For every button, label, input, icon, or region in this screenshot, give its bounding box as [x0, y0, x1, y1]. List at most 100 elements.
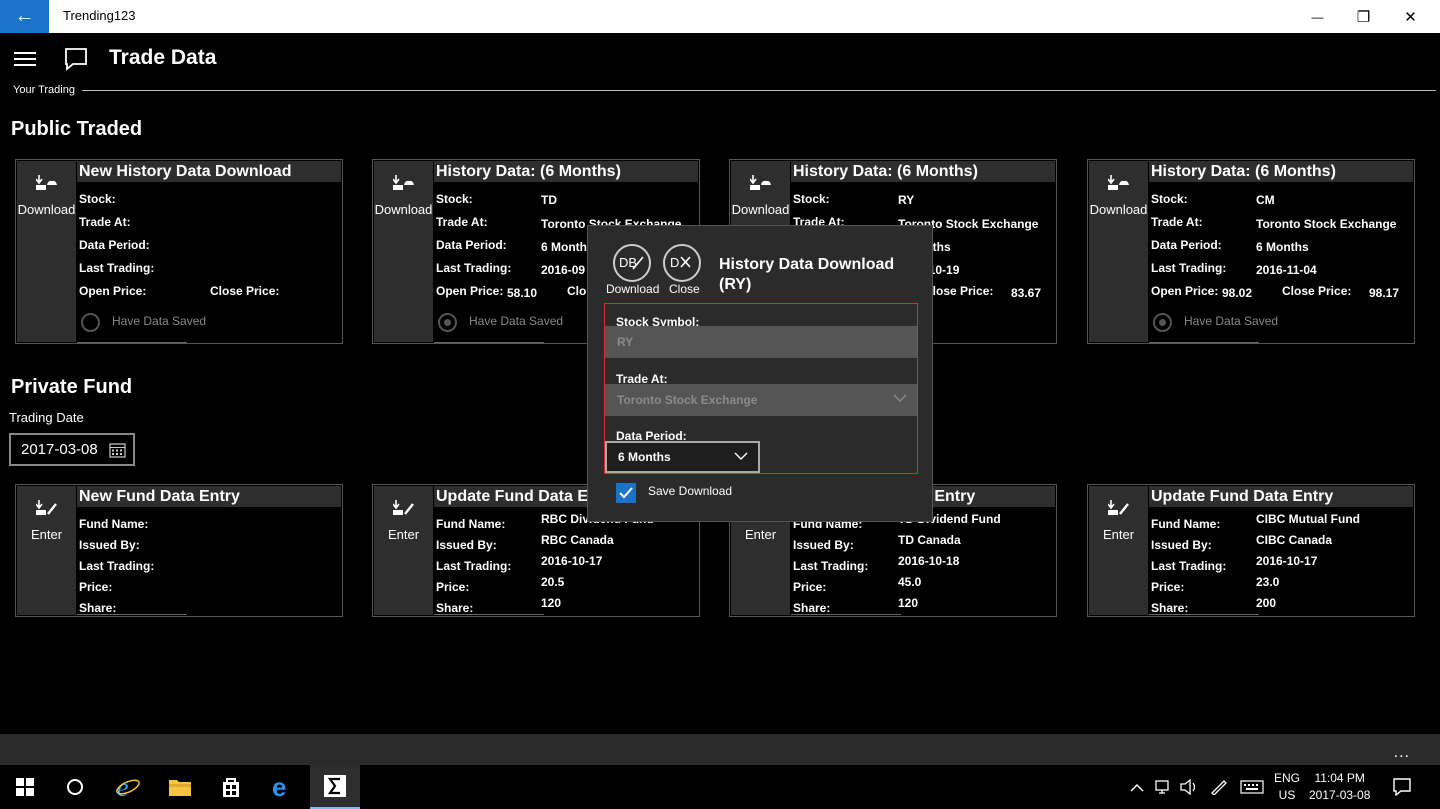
share-label: Share: — [79, 601, 117, 615]
minimize-button[interactable]: — — [1294, 0, 1341, 33]
fund-data-card[interactable]: Enter Update Fund Data Entry Fund Name: CIB… — [1087, 484, 1415, 617]
cortana-button[interactable] — [50, 765, 100, 809]
data-period-value: 6 Months — [541, 240, 594, 254]
network-button[interactable] — [1155, 765, 1173, 809]
dialog-close-label: Close — [669, 282, 700, 296]
dialog-download-label: Download — [606, 282, 660, 296]
svg-text:e: e — [272, 775, 286, 799]
dialog-download-button[interactable]: DB — [613, 244, 651, 282]
chat-icon — [64, 47, 88, 76]
show-hidden-icons[interactable] — [1130, 765, 1144, 809]
divider — [82, 90, 1436, 91]
enter-action[interactable]: Enter — [374, 486, 433, 615]
close-price-label: Close Price: — [210, 284, 280, 298]
trading-date-picker[interactable]: 2017-03-08 — [9, 433, 135, 466]
volume-button[interactable] — [1180, 765, 1198, 809]
enter-action[interactable]: Enter — [17, 486, 76, 615]
history-data-card[interactable]: Download New History Data Download Stock: T… — [15, 159, 343, 344]
share-value: 120 — [541, 596, 562, 610]
issued-by-value: TD Canada — [898, 533, 961, 547]
calendar-icon — [109, 442, 126, 462]
stock-label: Stock: — [79, 192, 116, 206]
taskbar: e e ENG US 11:04 PM 2017-03-08 — [0, 765, 1440, 809]
taskbar-ie[interactable]: e — [103, 765, 153, 809]
action-center-button[interactable] — [1393, 765, 1411, 809]
input-language[interactable]: ENG US — [1274, 770, 1300, 804]
last-trading-value: 2016-10-18 — [898, 554, 960, 568]
issued-by-label: Issued By: — [436, 538, 497, 552]
back-arrow-icon: ← — [14, 5, 35, 27]
divider — [77, 614, 187, 615]
taskbar-store[interactable] — [206, 765, 256, 809]
open-price-value: 98.02 — [1222, 286, 1253, 300]
clock[interactable]: 11:04 PM 2017-03-08 — [1309, 770, 1370, 804]
stock-label: Stock: — [1151, 192, 1188, 206]
region-code: US — [1278, 788, 1296, 802]
trade-at-label: Trade At: — [436, 215, 488, 229]
close-price-label: Close Price: — [924, 284, 994, 298]
trade-at-label: Trade At: — [1151, 215, 1203, 229]
share-value: 200 — [1256, 596, 1277, 610]
last-trading-label: Last Trading: — [1151, 261, 1227, 275]
download-action[interactable]: Download — [17, 161, 76, 342]
internet-explorer-icon: e — [116, 775, 140, 799]
download-cloud-icon — [1089, 175, 1148, 193]
back-button[interactable]: ← — [0, 0, 49, 33]
edit-entry-icon — [1089, 500, 1148, 518]
have-data-saved-radio[interactable] — [81, 313, 100, 332]
save-download-checkbox[interactable] — [616, 483, 636, 503]
pen-button[interactable] — [1210, 765, 1228, 809]
enter-action[interactable]: Enter — [1089, 486, 1148, 615]
card-title: Update Fund Data Entry — [1149, 486, 1413, 507]
more-options-button[interactable]: ... — [1394, 744, 1410, 762]
taskbar-trending123[interactable] — [310, 765, 360, 809]
taskbar-file-explorer[interactable] — [155, 765, 205, 809]
download-cloud-icon — [17, 175, 76, 193]
keyboard-icon — [1240, 780, 1264, 794]
dialog-close-button[interactable]: D — [663, 244, 701, 282]
last-trading-value: 2016-11-04 — [1256, 263, 1317, 277]
touch-keyboard-button[interactable] — [1240, 765, 1264, 809]
restore-icon: ❐ — [1356, 8, 1371, 26]
divider — [791, 614, 901, 615]
close-price-value: 98.17 — [1369, 286, 1400, 300]
dialog-form: Stock Symbol: RY Trade At: Toronto Stock… — [604, 303, 918, 474]
last-trading-value: 2016-10-17 — [541, 554, 603, 568]
history-data-card[interactable]: Download History Data: (6 Months) Stock: CM… — [1087, 159, 1415, 344]
close-window-button[interactable]: ✕ — [1387, 0, 1434, 33]
last-trading-label: Last Trading: — [436, 559, 512, 573]
fund-name-label: Fund Name: — [79, 517, 149, 531]
checkmark-icon — [619, 487, 633, 499]
last-trading-label: Last Trading: — [79, 261, 155, 275]
taskbar-edge[interactable]: e — [258, 765, 308, 809]
hamburger-menu-icon[interactable] — [14, 52, 36, 66]
edit-entry-icon — [17, 500, 76, 518]
have-data-saved-label: Have Data Saved — [469, 314, 564, 328]
download-action[interactable]: Download — [1089, 161, 1148, 342]
stock-label: Stock: — [436, 192, 473, 206]
close-price-label: Close Price: — [1282, 284, 1352, 298]
issued-by-label: Issued By: — [1151, 538, 1212, 552]
have-data-saved-radio[interactable] — [438, 313, 457, 332]
issued-by-value: RBC Canada — [541, 533, 614, 547]
fund-data-card[interactable]: Enter New Fund Data Entry Fund Name: Issued… — [15, 484, 343, 617]
stock-symbol-input[interactable]: RY — [605, 326, 917, 358]
share-label: Share: — [436, 601, 474, 615]
stock-value: TD — [541, 193, 557, 207]
download-action[interactable]: Download — [374, 161, 433, 342]
price-value: 45.0 — [898, 575, 922, 589]
action-label: Download — [731, 202, 790, 217]
action-label: Enter — [30, 527, 63, 542]
stock-value: RY — [898, 193, 915, 207]
card-title: History Data: (6 Months) — [1149, 161, 1413, 182]
restore-button[interactable]: ❐ — [1340, 0, 1387, 33]
start-button[interactable] — [0, 765, 50, 809]
speaker-icon — [1180, 779, 1196, 795]
data-period-select[interactable]: 6 Months — [605, 441, 760, 473]
dialog-title-line1: History Data Download — [719, 256, 895, 273]
stock-value: CM — [1256, 193, 1275, 207]
tab-your-trading[interactable]: Your Trading — [13, 84, 75, 96]
price-label: Price: — [793, 580, 827, 594]
trade-at-select[interactable]: Toronto Stock Exchange — [605, 384, 917, 416]
have-data-saved-radio[interactable] — [1153, 313, 1172, 332]
